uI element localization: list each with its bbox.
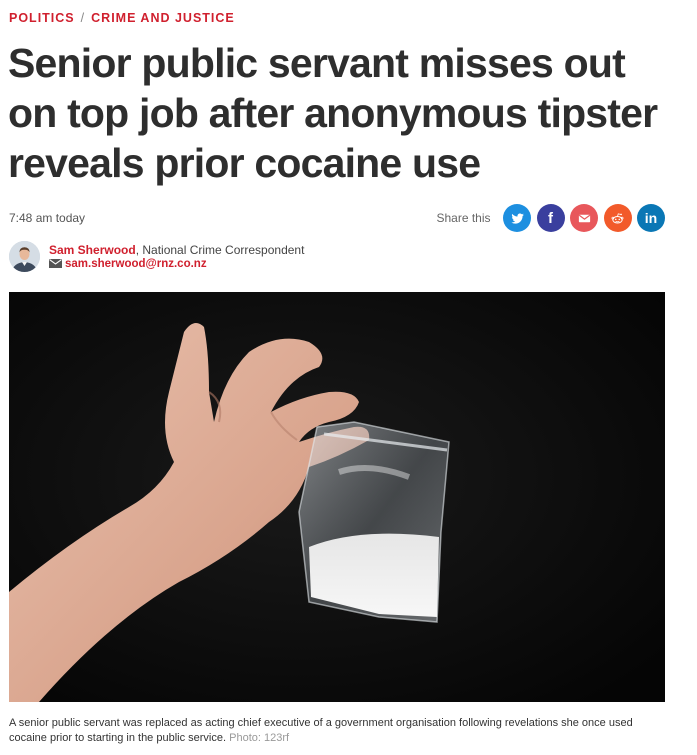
twitter-icon — [510, 212, 524, 224]
author-name-link[interactable]: Sam Sherwood — [49, 243, 136, 257]
article-photo — [9, 292, 665, 702]
author-email-link[interactable]: sam.sherwood@rnz.co.nz — [65, 258, 207, 270]
breadcrumb-politics-link[interactable]: POLITICS — [9, 11, 75, 25]
twitter-share-button[interactable] — [503, 204, 531, 232]
linkedin-icon: in — [644, 210, 658, 226]
share-label: Share this — [436, 211, 491, 225]
share-bar: Share this f in — [436, 204, 665, 232]
facebook-share-button[interactable]: f — [536, 204, 565, 232]
breadcrumb-separator: / — [80, 11, 86, 25]
author-email-line: sam.sherwood@rnz.co.nz — [49, 258, 207, 270]
article-headline: Senior public servant misses out on top … — [8, 40, 658, 186]
hand-holding-bag-image — [9, 292, 665, 702]
facebook-icon: f — [548, 209, 553, 227]
author-line: Sam Sherwood, National Crime Corresponde… — [49, 243, 304, 257]
publish-time: 7:48 am today — [9, 211, 86, 225]
breadcrumb: POLITICS / CRIME AND JUSTICE — [9, 11, 235, 25]
email-icon — [578, 214, 590, 222]
mail-icon — [49, 259, 62, 268]
author-byline: Sam Sherwood, National Crime Corresponde… — [9, 241, 509, 275]
reddit-share-button[interactable] — [603, 204, 632, 232]
photo-caption: A senior public servant was replaced as … — [9, 716, 669, 746]
author-role: , National Crime Correspondent — [135, 243, 305, 257]
photo-credit: Photo: 123rf — [229, 732, 290, 744]
caption-text: A senior public servant was replaced as … — [9, 717, 633, 744]
breadcrumb-crime-justice-link[interactable]: CRIME AND JUSTICE — [91, 11, 235, 25]
reddit-icon — [611, 212, 624, 223]
email-share-button[interactable] — [570, 204, 598, 232]
author-avatar — [9, 241, 40, 272]
linkedin-share-button[interactable]: in — [637, 204, 665, 232]
article-meta: 7:48 am today Share this f in — [9, 204, 665, 234]
